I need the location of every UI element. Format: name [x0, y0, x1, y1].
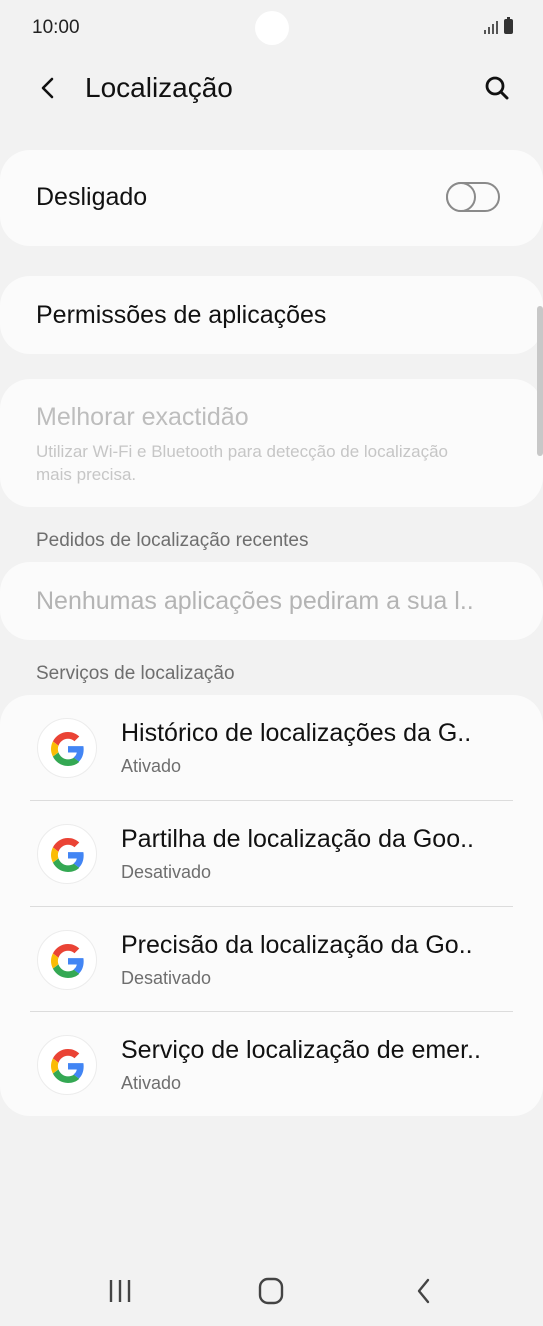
- recent-apps-button[interactable]: [100, 1274, 140, 1308]
- service-item-location-accuracy[interactable]: Precisão da localização da Go.. Desativa…: [0, 907, 543, 1012]
- service-title: Precisão da localização da Go..: [121, 931, 473, 959]
- camera-cutout: [255, 11, 289, 45]
- home-button[interactable]: [251, 1274, 291, 1308]
- app-permissions-label: Permissões de aplicações: [36, 301, 327, 329]
- search-button[interactable]: [479, 70, 515, 106]
- status-bar: 10:00: [0, 0, 543, 56]
- service-status: Ativado: [121, 756, 182, 776]
- battery-icon: [504, 17, 513, 34]
- back-button[interactable]: [30, 70, 66, 106]
- service-status: Desativado: [121, 862, 212, 882]
- status-icons: [484, 17, 513, 34]
- recent-requests-empty-text: Nenhumas aplicações pediram a sua l..: [36, 587, 474, 615]
- service-item-location-history[interactable]: Histórico de localizações da G.. Ativado: [0, 695, 543, 800]
- home-icon: [258, 1277, 284, 1305]
- google-g-icon: [37, 824, 97, 884]
- signal-icon: [484, 20, 498, 34]
- location-master-label: Desligado: [36, 183, 148, 211]
- location-services-header: Serviços de localização: [36, 663, 235, 684]
- app-permissions-item[interactable]: Permissões de aplicações: [0, 276, 543, 354]
- recent-requests-card: Nenhumas aplicações pediram a sua l..: [0, 562, 543, 640]
- nav-back-icon: [417, 1278, 430, 1304]
- service-status: Desativado: [121, 968, 212, 988]
- service-item-emergency-location[interactable]: Serviço de localização de emer.. Ativado: [0, 1012, 543, 1117]
- service-title: Histórico de localizações da G..: [121, 719, 472, 747]
- search-icon: [485, 76, 509, 100]
- system-nav-bar: [0, 1256, 543, 1326]
- service-title: Partilha de localização da Goo..: [121, 825, 474, 853]
- app-bar: Localização: [0, 56, 543, 124]
- google-g-icon: [37, 1035, 97, 1095]
- page-title: Localização: [85, 72, 233, 103]
- improve-accuracy-item: Melhorar exactidão Utilizar Wi-Fi e Blue…: [0, 379, 543, 507]
- status-time: 10:00: [32, 17, 80, 38]
- location-toggle-thumb: [446, 182, 476, 212]
- improve-accuracy-subtitle: Utilizar Wi-Fi e Bluetooth para detecção…: [36, 442, 448, 484]
- google-g-icon: [37, 930, 97, 990]
- service-item-location-sharing[interactable]: Partilha de localização da Goo.. Desativ…: [0, 801, 543, 906]
- recent-apps-icon: [109, 1280, 131, 1302]
- location-services-card: Histórico de localizações da G.. Ativado…: [0, 695, 543, 1116]
- nav-back-button[interactable]: [404, 1274, 444, 1308]
- recent-requests-header: Pedidos de localização recentes: [36, 530, 309, 551]
- google-g-icon: [37, 718, 97, 778]
- scrollbar-thumb[interactable]: [537, 306, 543, 456]
- improve-accuracy-title: Melhorar exactidão: [36, 403, 249, 431]
- back-arrow-icon: [41, 77, 54, 99]
- service-status: Ativado: [121, 1073, 182, 1093]
- service-title: Serviço de localização de emer..: [121, 1036, 481, 1064]
